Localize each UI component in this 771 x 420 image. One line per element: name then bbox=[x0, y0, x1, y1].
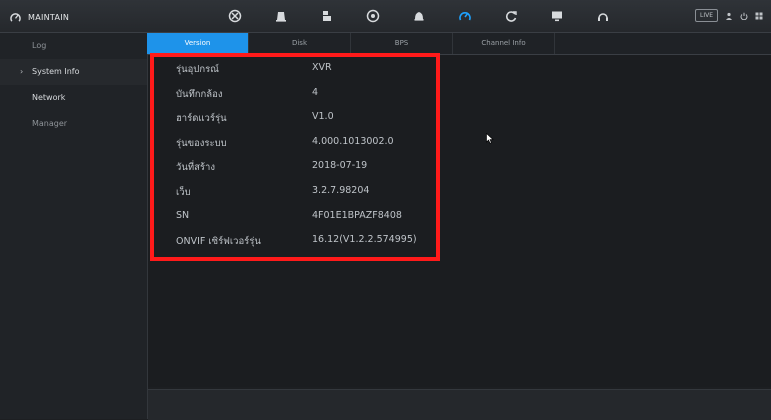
tab-bar: Version Disk BPS Channel Info bbox=[147, 33, 771, 55]
page-title: MAINTAIN bbox=[28, 13, 70, 22]
tab-bps[interactable]: BPS bbox=[351, 33, 453, 54]
top-bar: MAINTAIN LIVE bbox=[0, 0, 771, 33]
tab-channel-info[interactable]: Channel Info bbox=[453, 33, 555, 54]
brand: MAINTAIN bbox=[10, 8, 69, 27]
live-button[interactable]: LIVE bbox=[694, 9, 718, 22]
footer-bar bbox=[148, 389, 771, 420]
sidebar: Log › System Info Network Manager bbox=[0, 33, 148, 419]
audio-icon[interactable] bbox=[586, 0, 620, 32]
tab-disk[interactable]: Disk bbox=[249, 33, 351, 54]
chevron-right-icon: › bbox=[20, 67, 24, 76]
sidebar-item-system-info[interactable]: › System Info bbox=[0, 59, 147, 85]
mouse-cursor-icon bbox=[486, 133, 494, 144]
sidebar-item-label: System Info bbox=[32, 67, 80, 76]
highlight-box bbox=[150, 53, 440, 261]
sidebar-item-manager[interactable]: Manager bbox=[0, 111, 147, 137]
sidebar-item-label: Manager bbox=[32, 119, 68, 128]
maintain-nav-icon[interactable] bbox=[448, 0, 482, 32]
menu-grid-icon[interactable] bbox=[754, 11, 763, 20]
display-icon[interactable] bbox=[540, 0, 574, 32]
alarm-icon[interactable] bbox=[402, 0, 436, 32]
tab-version[interactable]: Version bbox=[147, 33, 249, 54]
network-icon[interactable] bbox=[356, 0, 390, 32]
live-icon[interactable] bbox=[264, 0, 298, 32]
storage-icon[interactable] bbox=[310, 0, 344, 32]
target-icon[interactable] bbox=[218, 0, 252, 32]
power-icon[interactable] bbox=[739, 11, 748, 20]
user-icon[interactable] bbox=[724, 11, 733, 20]
sidebar-item-log[interactable]: Log bbox=[0, 33, 147, 59]
maintain-icon bbox=[10, 8, 21, 27]
sidebar-item-label: Log bbox=[32, 41, 47, 50]
sidebar-item-label: Network bbox=[32, 93, 66, 102]
sidebar-item-network[interactable]: Network bbox=[0, 85, 147, 111]
main-nav bbox=[218, 0, 632, 32]
right-tools: LIVE bbox=[694, 9, 763, 22]
backup-icon[interactable] bbox=[494, 0, 528, 32]
